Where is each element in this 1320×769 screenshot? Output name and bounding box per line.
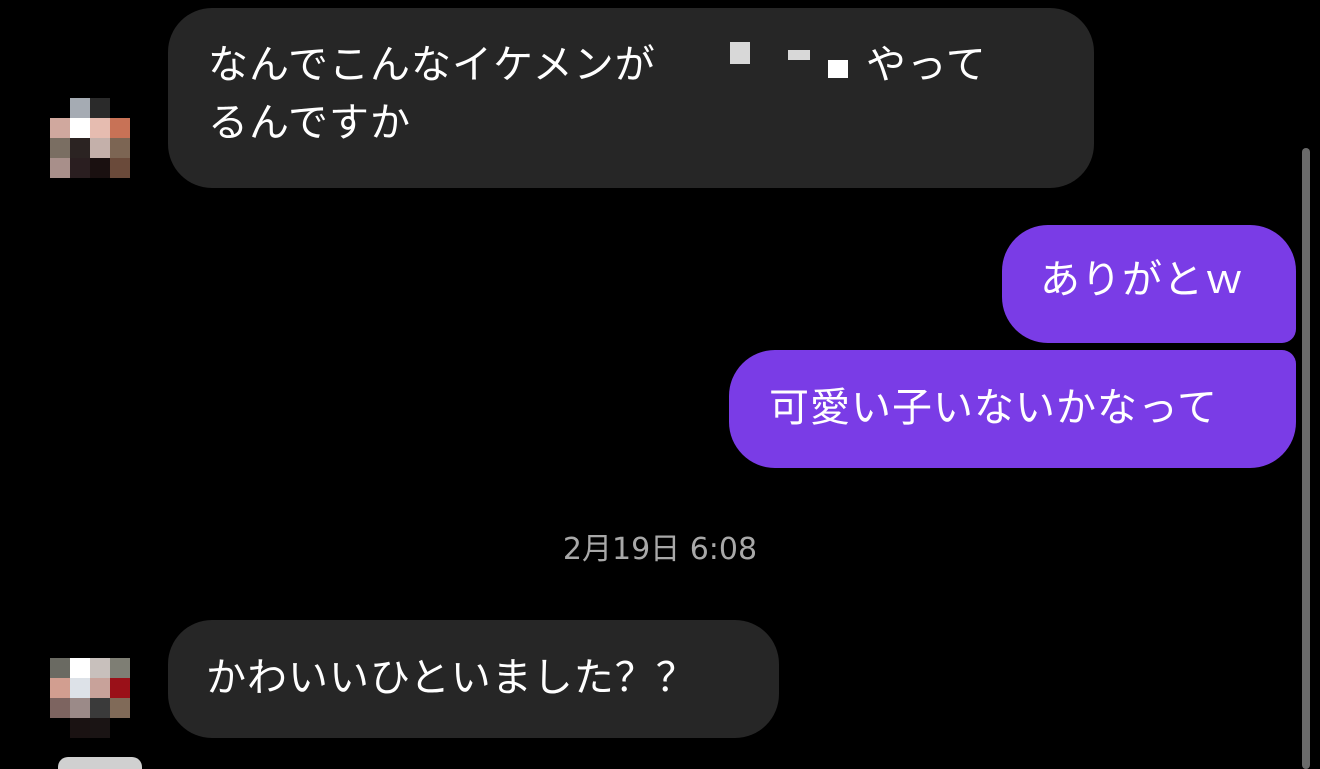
avatar-pixel (50, 698, 70, 718)
avatar-pixel (110, 98, 130, 118)
avatar-pixel (70, 678, 90, 698)
avatar-pixel (70, 118, 90, 138)
avatar-pixel (90, 98, 110, 118)
avatar-pixel (90, 138, 110, 158)
avatar-pixel (110, 158, 130, 178)
avatar-pixel (50, 118, 70, 138)
incoming-message-bubble[interactable]: かわいいひといました？？ (168, 620, 779, 738)
avatar-pixel (50, 98, 70, 118)
incoming-message-bubble[interactable]: なんでこんなイケメンが やって るんですか (168, 8, 1094, 188)
redaction-mark (730, 42, 750, 64)
message-text-line2: るんですか (208, 100, 411, 146)
sender-avatar[interactable] (50, 98, 130, 178)
avatar-pixel (50, 658, 70, 678)
avatar-pixel (90, 658, 110, 678)
avatar-pixel (110, 678, 130, 698)
avatar-pixel (70, 138, 90, 158)
avatar-pixel (70, 658, 90, 678)
avatar-pixel (110, 658, 130, 678)
avatar-pixel (90, 718, 110, 738)
avatar-pixel (90, 118, 110, 138)
avatar-pixel (110, 138, 130, 158)
avatar-pixel (70, 158, 90, 178)
message-text-line1: なんでこんなイケメンが やって (208, 42, 987, 88)
avatar-pixel (90, 678, 110, 698)
avatar-pixel (70, 718, 90, 738)
avatar-pixel (90, 698, 110, 718)
avatar-pixel (50, 158, 70, 178)
redaction-mark (828, 60, 848, 78)
avatar-pixel (50, 678, 70, 698)
chat-thread: なんでこんなイケメンが やって るんですか ありがとｗ 可愛い子いないかなって 2… (0, 0, 1320, 769)
message-text: ありがとｗ (1040, 257, 1245, 303)
redaction-mark (788, 50, 810, 60)
message-text: かわいいひといました？？ (206, 655, 697, 701)
avatar-pixel (70, 98, 90, 118)
message-timestamp: 2月19日 6:08 (562, 532, 758, 567)
avatar-pixel (50, 718, 70, 738)
sender-avatar[interactable] (50, 658, 130, 738)
avatar-pixel (50, 138, 70, 158)
outgoing-message-bubble[interactable]: ありがとｗ (1002, 225, 1296, 343)
message-text: 可愛い子いないかなって (769, 385, 1218, 431)
partial-reply-preview (58, 757, 142, 769)
avatar-pixel (110, 698, 130, 718)
avatar-pixel (70, 698, 90, 718)
avatar-pixel (90, 158, 110, 178)
avatar-pixel (110, 718, 130, 738)
scrollbar[interactable] (1302, 148, 1310, 769)
avatar-pixel (110, 118, 130, 138)
outgoing-message-bubble[interactable]: 可愛い子いないかなって (729, 350, 1296, 468)
